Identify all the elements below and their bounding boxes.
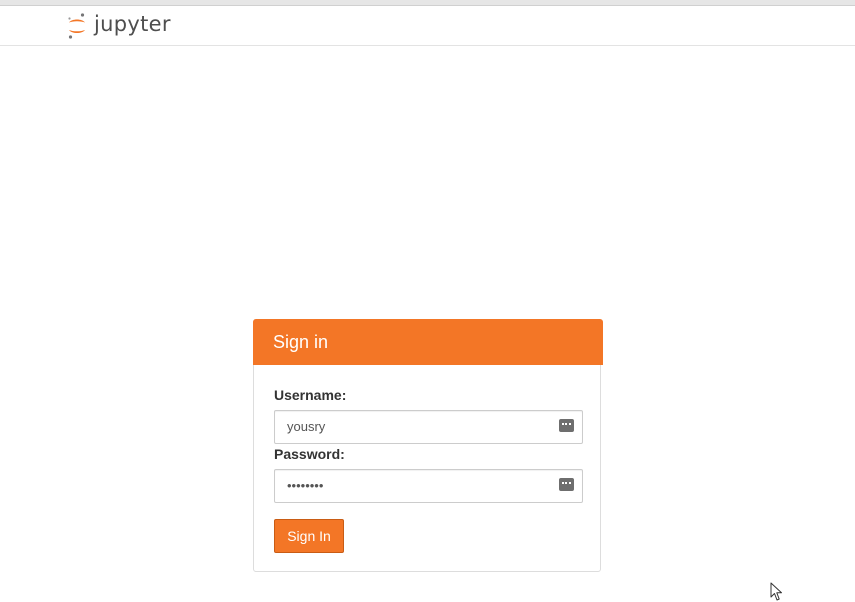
mouse-pointer-icon — [770, 582, 782, 601]
password-manager-key-icon[interactable] — [559, 419, 574, 432]
sign-in-button[interactable]: Sign In — [274, 519, 344, 553]
login-panel: Sign in Username: yousry Password: •••••… — [253, 319, 603, 572]
panel-title: Sign in — [253, 319, 603, 365]
password-value: •••••••• — [287, 478, 324, 493]
logo-text: jupyter — [94, 12, 171, 36]
password-label: Password: — [274, 446, 345, 462]
password-manager-key-icon[interactable] — [559, 478, 574, 491]
username-input[interactable]: yousry — [274, 410, 583, 444]
jupyter-logo-icon — [68, 13, 85, 39]
site-header: jupyter — [0, 6, 855, 46]
jupyter-logo[interactable]: jupyter — [66, 12, 171, 40]
password-input[interactable]: •••••••• — [274, 469, 583, 503]
username-label: Username: — [274, 387, 347, 403]
username-value: yousry — [287, 419, 326, 434]
